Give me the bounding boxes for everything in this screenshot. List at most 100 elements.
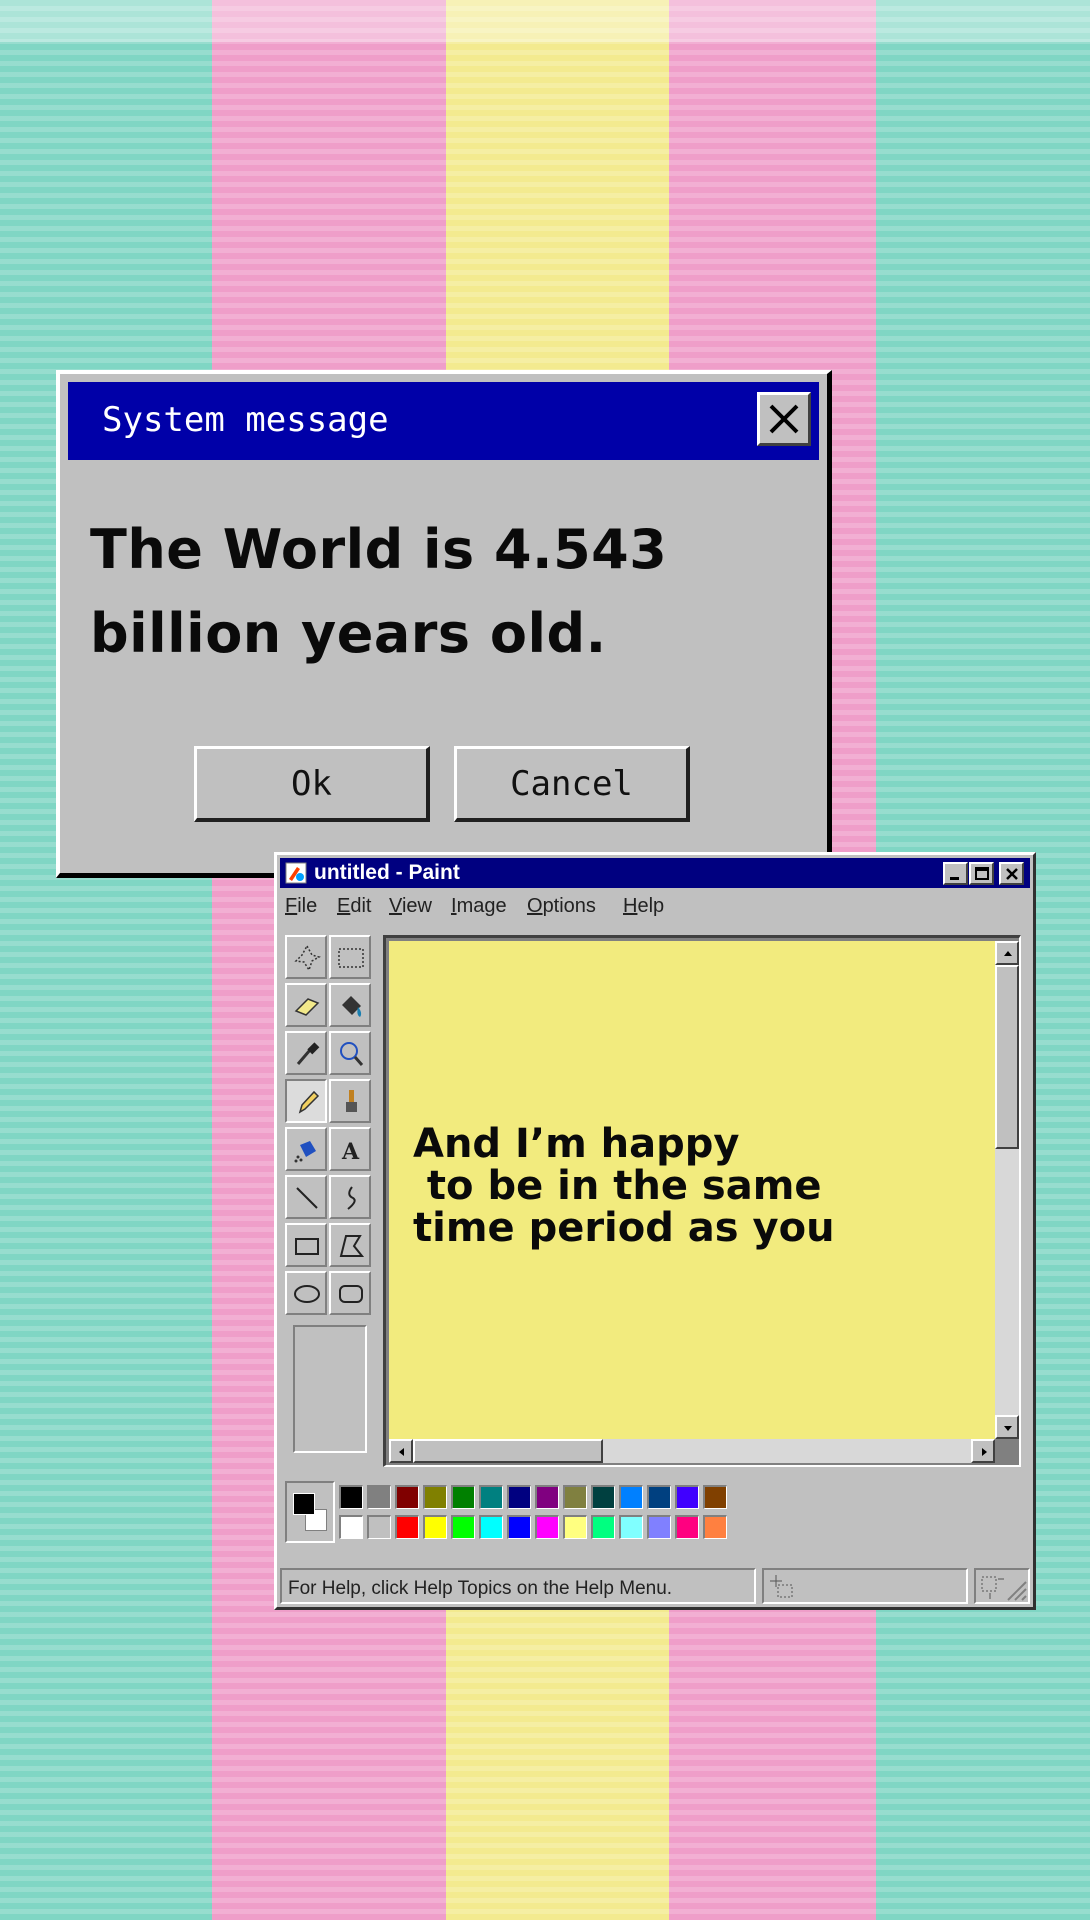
cancel-button[interactable]: Cancel [454,746,690,822]
palette-swatch[interactable] [395,1515,419,1539]
arrow-down-icon [1004,1426,1012,1431]
palette-swatch[interactable] [339,1515,363,1539]
eraser-icon [294,998,320,1016]
minimize-button[interactable] [943,862,968,885]
dialog-title-bar[interactable]: System message [68,382,819,460]
dialog-close-button[interactable] [757,392,811,446]
palette-swatch[interactable] [479,1515,503,1539]
fill-icon [342,996,362,1017]
paint-window-title: untitled - Paint [314,861,460,884]
brush-icon [346,1090,357,1112]
palette-swatch[interactable] [535,1485,559,1509]
free-form-select-tool[interactable] [285,935,327,979]
curve-tool[interactable] [329,1175,371,1219]
rounded-rectangle-tool[interactable] [329,1271,371,1315]
select-icon [338,948,364,968]
vertical-scroll-thumb[interactable] [995,965,1019,1149]
resize-grip-icon[interactable] [1002,1576,1028,1602]
palette-swatch[interactable] [563,1515,587,1539]
pencil-icon [298,1090,320,1114]
select-tool[interactable] [329,935,371,979]
palette-swatch[interactable] [339,1485,363,1509]
horizontal-scrollbar[interactable] [389,1439,995,1463]
ok-button[interactable]: Ok [194,746,430,822]
minimize-icon [950,877,959,880]
rectangle-tool[interactable] [285,1223,327,1267]
palette-swatch[interactable] [675,1485,699,1509]
rectangle-icon [295,1238,319,1255]
menu-file[interactable]: File [285,895,317,918]
polygon-icon [339,1235,365,1257]
palette-swatch[interactable] [479,1485,503,1509]
palette-swatch[interactable] [395,1485,419,1509]
ellipse-tool[interactable] [285,1271,327,1315]
palette-swatch[interactable] [423,1485,447,1509]
pencil-tool[interactable] [285,1079,327,1123]
arrow-up-icon [1004,951,1012,956]
vertical-scrollbar[interactable] [995,941,1019,1439]
close-icon [769,404,799,434]
scroll-down-button[interactable] [995,1415,1019,1439]
line-icon [296,1187,318,1209]
palette-swatch[interactable] [535,1515,559,1539]
close-icon [1006,868,1018,880]
palette-swatch[interactable] [451,1485,475,1509]
magnifier-tool[interactable] [329,1031,371,1075]
palette-swatch[interactable] [507,1485,531,1509]
palette-swatch[interactable] [703,1515,727,1539]
palette-swatch[interactable] [647,1485,671,1509]
toolbox: A [285,935,377,1455]
paint-close-button[interactable] [999,862,1024,885]
paint-title-bar[interactable]: untitled - Paint [280,858,1030,888]
color-picker-tool[interactable] [285,1031,327,1075]
palette-swatch[interactable] [423,1515,447,1539]
scroll-up-button[interactable] [995,941,1019,965]
brush-tool[interactable] [329,1079,371,1123]
palette-swatch[interactable] [563,1485,587,1509]
text-tool[interactable]: A [329,1127,371,1171]
palette-swatch[interactable] [591,1485,615,1509]
menu-help[interactable]: Help [623,895,664,918]
palette-swatch[interactable] [703,1485,727,1509]
airbrush-tool[interactable] [285,1127,327,1171]
drawing-canvas[interactable]: And I’m happy to be in the same time per… [389,941,995,1439]
palette-swatch[interactable] [591,1515,615,1539]
menu-view[interactable]: View [389,895,432,918]
menu-image[interactable]: Image [451,895,507,918]
palette-swatch[interactable] [619,1515,643,1539]
canvas-frame: And I’m happy to be in the same time per… [383,935,1021,1467]
scroll-left-button[interactable] [389,1439,413,1463]
airbrush-icon [294,1141,316,1163]
palette-swatch[interactable] [675,1515,699,1539]
rounded-rectangle-icon [339,1285,363,1303]
palette-swatch[interactable] [367,1485,391,1509]
cursor-position-icon [770,1575,793,1598]
palette-swatch[interactable] [367,1515,391,1539]
tool-options-panel[interactable] [293,1325,367,1453]
palette-swatch[interactable] [647,1515,671,1539]
current-colors[interactable] [285,1481,335,1543]
arrow-left-icon [399,1448,404,1456]
menu-options[interactable]: Options [527,895,596,918]
eraser-tool[interactable] [285,983,327,1027]
palette-swatch[interactable] [451,1515,475,1539]
polygon-tool[interactable] [329,1223,371,1267]
dialog-message: The World is 4.543 billion years old. [90,518,668,665]
palette-swatch[interactable] [507,1515,531,1539]
arrow-right-icon [982,1448,987,1456]
palette-swatch[interactable] [619,1485,643,1509]
maximize-button[interactable] [969,862,994,885]
menu-edit[interactable]: Edit [337,895,371,918]
curve-icon [347,1186,356,1210]
background-top-band [0,0,1090,42]
svg-text:A: A [341,1139,360,1165]
line-tool[interactable] [285,1175,327,1219]
foreground-color-swatch [293,1493,315,1515]
scroll-right-button[interactable] [971,1439,995,1463]
horizontal-scroll-thumb[interactable] [413,1439,603,1463]
text-icon: A [341,1139,360,1165]
status-position-cell [762,1568,968,1604]
fill-tool[interactable] [329,983,371,1027]
color-palette [285,1481,745,1549]
color-picker-icon [296,1042,320,1065]
